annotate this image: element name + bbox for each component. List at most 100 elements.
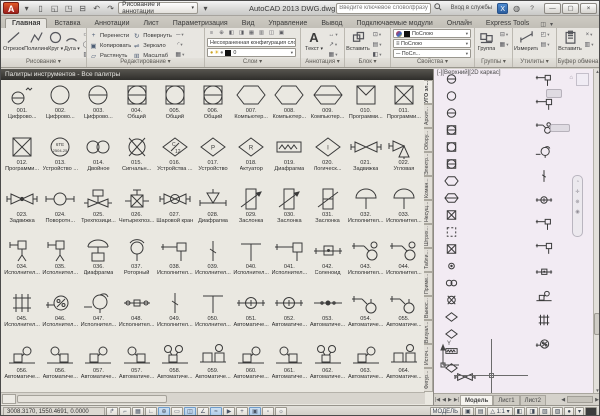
quick-calc-tool-icon[interactable]: ▤ [538, 40, 552, 49]
scale-button[interactable]: ⊞Масштаб [132, 51, 172, 58]
cleanscreen-button[interactable] [585, 407, 597, 416]
ellipse-tool-icon[interactable]: ◯ [81, 40, 86, 49]
fillet-tool-icon[interactable]: ◜ [173, 40, 187, 49]
palette-item[interactable]: 026. Четырехпоз... [118, 184, 156, 236]
layer-icon[interactable]: ▥ [257, 29, 266, 37]
drawing-canvas[interactable]: [-][Верхний][2D каркас] ⌂ ◔ ✛ ⊕ ◉ Y ▲▼ [434, 69, 600, 393]
floating-grip-box[interactable] [546, 89, 562, 98]
measure-button[interactable]: Измерить [515, 29, 537, 52]
trim-tool-icon[interactable]: ─ [173, 30, 187, 39]
ribbon-tab-Express Tools[interactable]: Express Tools [479, 18, 536, 28]
palette-item[interactable]: 002. Цифрово... [41, 80, 79, 132]
lineweight-combo[interactable]: ≡ ПоСлою▾ [393, 39, 471, 48]
palette-item[interactable]: 059. Автоматиче... [194, 340, 232, 392]
palette-item[interactable]: 039. Исполнител... [194, 236, 232, 288]
exchange-icon[interactable]: Х [497, 3, 508, 14]
tab-scroll-right-icon[interactable]: ▶ [594, 397, 600, 403]
palette-item[interactable]: 023. Задвижка -бабочка [3, 184, 41, 236]
palette-item[interactable]: 037. Роторный двигатель [118, 236, 156, 288]
palette-item[interactable]: 012. Программи... [3, 132, 41, 184]
status-layout-icon[interactable]: ▣ [462, 407, 474, 416]
viewcube-home-icon[interactable]: ⌂ [569, 75, 573, 81]
panel-label-draw[interactable]: Рисование [1, 58, 86, 67]
palette-item[interactable]: 042. Соленоид [308, 236, 346, 288]
layer-icon[interactable]: ▦ [247, 29, 256, 37]
nav-wheel-icon[interactable]: ◔ [576, 179, 579, 185]
palette-item[interactable]: 038. Исполнител... [156, 236, 194, 288]
panel-label-annotation[interactable]: Аннотация [301, 58, 344, 67]
ribbon-tab-Вывод[interactable]: Вывод [314, 18, 349, 28]
scroll-left-button[interactable] [2, 394, 16, 404]
palette-item[interactable]: 056. Автоматиче... [3, 340, 41, 392]
stretch-button[interactable]: ▱Растянуть [89, 51, 131, 58]
model-space-button[interactable]: МОДЕЛЬ [430, 407, 461, 416]
palette-title-bar[interactable]: Палитры инструментов - Все палитры [1, 69, 433, 80]
palette-item[interactable]: 005. Общий дисплей [156, 80, 194, 132]
status-tray-icon[interactable]: ● [564, 407, 574, 416]
layer-combo[interactable]: ● ☀ ● 0 ▾ [207, 48, 296, 57]
status-toggle-10[interactable]: + [236, 407, 248, 416]
save-button[interactable]: ◳ [62, 2, 75, 14]
status-annotation-icon[interactable]: ▧ [539, 407, 551, 416]
palette-item[interactable]: 034. Исполнител... [3, 236, 41, 288]
layout-tab-Лист2[interactable]: Лист2 [520, 395, 546, 405]
panel-label-layers[interactable]: Слои [205, 58, 300, 67]
status-toggle-13[interactable]: ☼ [275, 407, 287, 416]
palette-item[interactable]: 004. Общий дисплей [118, 80, 156, 132]
tab-scroll-left-icon[interactable]: ◀ [560, 397, 566, 403]
search-input[interactable] [339, 5, 427, 11]
palette-item[interactable]: I020. Логическ... [308, 132, 346, 184]
palette-item[interactable]: 048. Исполнител... [118, 288, 156, 340]
scroll-thumb[interactable] [17, 395, 167, 403]
palette-item[interactable]: 015. Сигнальн... [118, 132, 156, 184]
status-annotation-icon[interactable]: ◧ [514, 407, 526, 416]
palette-item[interactable]: 057. Автоматиче... [118, 340, 156, 392]
minimize-button[interactable]: — [544, 3, 561, 14]
palette-item[interactable]: 035. Исполнител... [41, 236, 79, 288]
palette-item[interactable]: R018. Актуатор [232, 132, 270, 184]
status-toggle-5[interactable]: ▭ [171, 407, 183, 416]
scroll-up-icon[interactable]: ▲ [595, 69, 599, 74]
status-annotation-icon[interactable]: ◨ [526, 407, 538, 416]
layout-nav-icon[interactable]: ▶| [453, 397, 460, 403]
status-toggle-2[interactable]: ▦ [132, 407, 144, 416]
status-toggle-9[interactable]: ▶ [223, 407, 235, 416]
palette-item[interactable]: 6ТЕ2504-25013. Устройство ... [41, 132, 79, 184]
palette-item[interactable]: 046. Исполнител... [41, 288, 79, 340]
copy-button[interactable]: ▣Копировать [89, 41, 131, 50]
panel-label-groups[interactable]: Группы [475, 58, 512, 67]
palette-item[interactable]: 045. Исполнител... [3, 288, 41, 340]
navigation-bar[interactable]: ◔ ✛ ⊕ ◉ [572, 175, 583, 237]
open-button[interactable]: ◱ [48, 2, 61, 14]
plot-button[interactable]: ⊟ [76, 2, 89, 14]
palette-tab-Фигур...[interactable]: Фигур... [424, 368, 433, 392]
paste-button[interactable]: Вставить [559, 29, 581, 52]
communication-center-icon[interactable]: ◍ [510, 2, 523, 14]
palette-item[interactable]: 052. Автоматиче... [270, 288, 308, 340]
palette-item[interactable]: 056. Автоматиче... [41, 340, 79, 392]
palette-item[interactable]: 041. Исполнител... [270, 236, 308, 288]
status-toggle-7[interactable]: ∠ [197, 407, 209, 416]
panel-label-block[interactable]: Блок [345, 58, 390, 67]
palette-item[interactable]: 009. Компьютер... [308, 80, 346, 132]
vertical-scrollbar[interactable]: ▲▼ [593, 69, 600, 393]
palette-item[interactable]: 010. Программи... [347, 80, 385, 132]
nav-orbit-icon[interactable]: ◉ [575, 209, 579, 215]
palette-item[interactable]: 008. Компьютер... [270, 80, 308, 132]
scrollbar-thumb[interactable] [594, 313, 600, 335]
palette-tab-Обору...[interactable]: Обору... [424, 128, 433, 152]
restore-button[interactable]: ▢ [562, 3, 579, 14]
palette-item[interactable]: 011. Программи... [385, 80, 423, 132]
palette-tab-Табли...[interactable]: Табли... [424, 248, 433, 272]
polyline-button[interactable]: Полилиния [25, 29, 47, 52]
mirror-button[interactable]: ⇌Зеркало [132, 41, 172, 50]
palette-item[interactable]: C12016. Устройства ... [156, 132, 194, 184]
ribbon-tab-Главная[interactable]: Главная [5, 18, 47, 28]
status-toggle-8[interactable]: ≈ [210, 407, 222, 416]
palette-tab-Электр...[interactable]: Электр... [424, 152, 433, 176]
palette-item[interactable]: 058. Автоматиче... [156, 340, 194, 392]
qat-customize-icon[interactable]: ▾ [199, 2, 212, 14]
palette-tab-Вынос...[interactable]: Вынос... [424, 296, 433, 320]
insert-block-button[interactable]: Вставить [347, 29, 369, 52]
layer-properties-icon[interactable]: ≡ [207, 29, 216, 37]
